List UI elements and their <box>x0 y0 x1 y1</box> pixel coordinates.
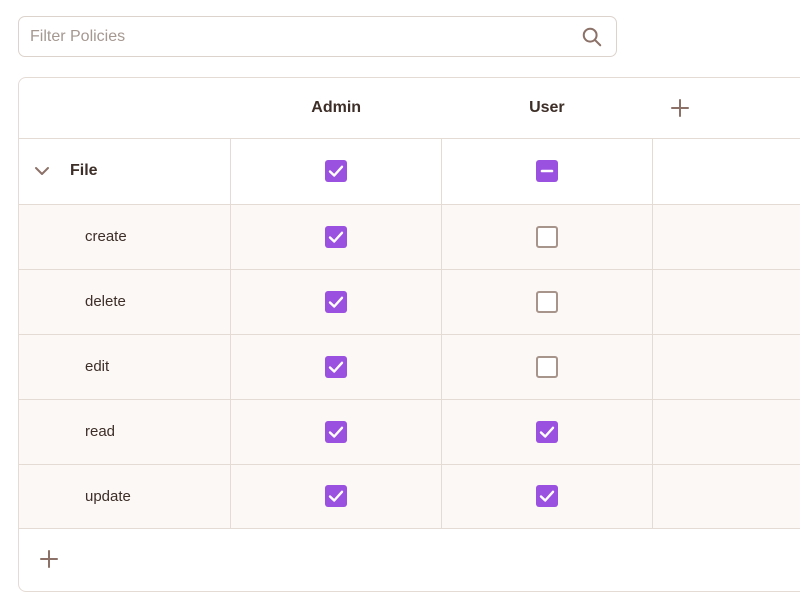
admin-cell <box>230 464 443 529</box>
empty-cell <box>652 204 800 270</box>
admin-permission-checkbox[interactable] <box>325 225 348 248</box>
header-row: Admin User <box>19 78 800 139</box>
permission-row: read <box>19 399 800 465</box>
policy-rows: File create delete edit read update <box>19 138 800 529</box>
add-row-plus-icon[interactable] <box>39 549 59 569</box>
admin-cell <box>230 399 443 465</box>
permission-row: create <box>19 204 800 270</box>
admin-permission-checkbox[interactable] <box>325 355 348 378</box>
admin-cell <box>230 334 443 400</box>
admin-permission-checkbox[interactable] <box>325 485 348 507</box>
user-permission-checkbox[interactable] <box>535 355 558 378</box>
admin-cell <box>230 138 443 205</box>
admin-cell <box>230 204 443 270</box>
permission-row: edit <box>19 334 800 400</box>
user-cell <box>441 204 653 270</box>
permission-row: update <box>19 464 800 529</box>
user-cell <box>441 464 653 529</box>
group-user-checkbox[interactable] <box>535 160 558 182</box>
filter-policies-input[interactable] <box>19 17 616 56</box>
search-icon[interactable] <box>581 26 603 48</box>
group-admin-checkbox[interactable] <box>325 160 348 182</box>
permission-name-cell: update <box>19 464 232 529</box>
admin-permission-checkbox[interactable] <box>325 290 348 313</box>
permission-label: delete <box>85 293 126 310</box>
user-cell <box>441 334 653 400</box>
permission-label: edit <box>85 358 110 375</box>
permission-label: create <box>85 228 127 245</box>
group-header: File <box>19 139 230 204</box>
empty-cell <box>652 399 800 465</box>
user-permission-checkbox[interactable] <box>535 485 558 507</box>
permission-label: update <box>85 487 131 505</box>
add-column-cell <box>652 78 800 139</box>
add-column-plus-icon[interactable] <box>670 98 690 118</box>
permission-name-cell: edit <box>19 334 232 400</box>
header-corner <box>19 78 231 139</box>
user-cell <box>441 269 653 335</box>
permission-name-cell: create <box>19 204 232 270</box>
filter-policies-field[interactable] <box>18 16 617 57</box>
user-cell <box>441 399 653 465</box>
empty-cell <box>652 334 800 400</box>
group-name-cell: File <box>19 138 232 205</box>
column-header-admin: Admin <box>230 78 442 139</box>
policy-table: Admin User File create delete edit read updat… <box>19 78 800 529</box>
empty-cell <box>652 464 800 529</box>
empty-cell <box>652 269 800 335</box>
group-label: File <box>70 162 98 179</box>
permission-row: delete <box>19 269 800 335</box>
permission-label: read <box>85 423 116 440</box>
permission-name-cell: read <box>19 399 232 465</box>
user-cell <box>441 138 653 205</box>
empty-cell <box>652 138 800 205</box>
policy-matrix: Admin User File create delete edit read updat… <box>18 77 800 592</box>
chevron-down-icon[interactable] <box>33 162 51 180</box>
group-row-file: File <box>19 138 800 205</box>
admin-permission-checkbox[interactable] <box>325 420 348 443</box>
admin-cell <box>230 269 443 335</box>
permission-name-cell: delete <box>19 269 232 335</box>
user-permission-checkbox[interactable] <box>535 420 558 443</box>
user-permission-checkbox[interactable] <box>535 290 558 313</box>
column-header-user: User <box>441 78 653 139</box>
user-permission-checkbox[interactable] <box>535 225 558 248</box>
